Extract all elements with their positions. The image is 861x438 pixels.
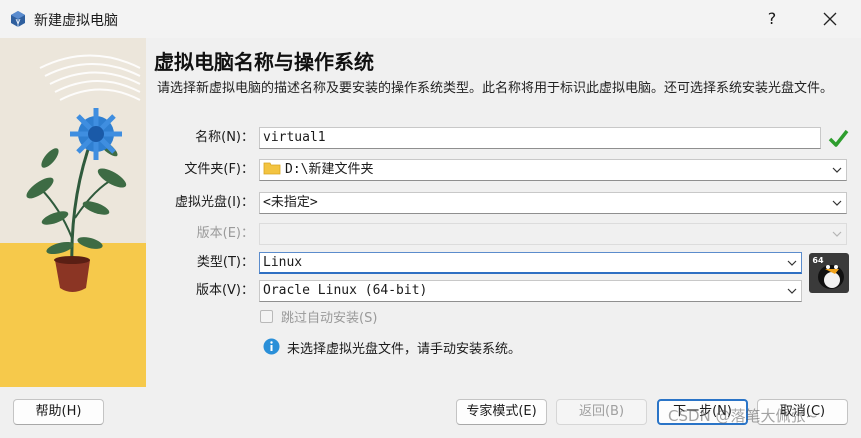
help-question-button[interactable]: ? xyxy=(758,6,786,32)
edition-select xyxy=(259,223,847,245)
type-label: 类型(T)： xyxy=(196,255,254,270)
chevron-down-icon xyxy=(787,260,797,266)
folder-select[interactable]: D:\新建文件夹 xyxy=(259,159,847,181)
name-label: 名称(N)： xyxy=(195,130,254,145)
virtualbox-icon: V xyxy=(11,11,25,27)
title-bar: V 新建虚拟电脑 ? xyxy=(0,0,861,38)
watermark: CSDN @落笔大佩张~ xyxy=(668,407,819,425)
back-button: 返回(B) xyxy=(556,399,647,425)
check-icon xyxy=(828,129,849,147)
version-select[interactable]: Oracle Linux (64-bit) xyxy=(259,280,802,302)
info-message: 未选择虚拟光盘文件，请手动安装系统。 xyxy=(287,342,522,357)
plant-illustration xyxy=(0,38,146,387)
svg-text:V: V xyxy=(16,18,21,26)
folder-icon xyxy=(263,162,281,175)
close-button[interactable] xyxy=(815,6,845,32)
expert-mode-button[interactable]: 专家模式(E) xyxy=(456,399,547,425)
linux-penguin-icon: 64 xyxy=(809,253,849,293)
wizard-illustration xyxy=(0,38,146,387)
chevron-down-icon xyxy=(832,231,842,237)
chevron-down-icon xyxy=(787,288,797,294)
version-value: Oracle Linux (64-bit) xyxy=(263,283,428,298)
close-icon xyxy=(823,12,837,26)
page-title: 虚拟电脑名称与操作系统 xyxy=(154,50,374,74)
folder-label: 文件夹(F)： xyxy=(184,162,254,177)
edition-label: 版本(E)： xyxy=(196,226,254,241)
version-label: 版本(V)： xyxy=(195,283,254,298)
chevron-down-icon xyxy=(832,167,842,173)
iso-value: <未指定> xyxy=(263,195,318,210)
help-button[interactable]: 帮助(H) xyxy=(13,399,104,425)
chevron-down-icon xyxy=(832,200,842,206)
type-value: Linux xyxy=(263,255,303,270)
os-arch-badge: 64 xyxy=(812,256,824,265)
skip-unattended-checkbox xyxy=(260,310,273,323)
window-title: 新建虚拟电脑 xyxy=(34,13,118,29)
iso-label: 虚拟光盘(I)： xyxy=(175,195,254,210)
skip-unattended-label: 跳过自动安装(S) xyxy=(281,311,378,326)
iso-select[interactable]: <未指定> xyxy=(259,192,847,214)
page-description: 请选择新虚拟电脑的描述名称及要安装的操作系统类型。此名称将用于标识此虚拟电脑。还… xyxy=(157,81,834,96)
name-input[interactable]: virtual1 xyxy=(259,127,821,149)
info-icon xyxy=(263,338,280,355)
type-select[interactable]: Linux xyxy=(259,252,802,274)
folder-value: D:\新建文件夹 xyxy=(285,162,374,177)
